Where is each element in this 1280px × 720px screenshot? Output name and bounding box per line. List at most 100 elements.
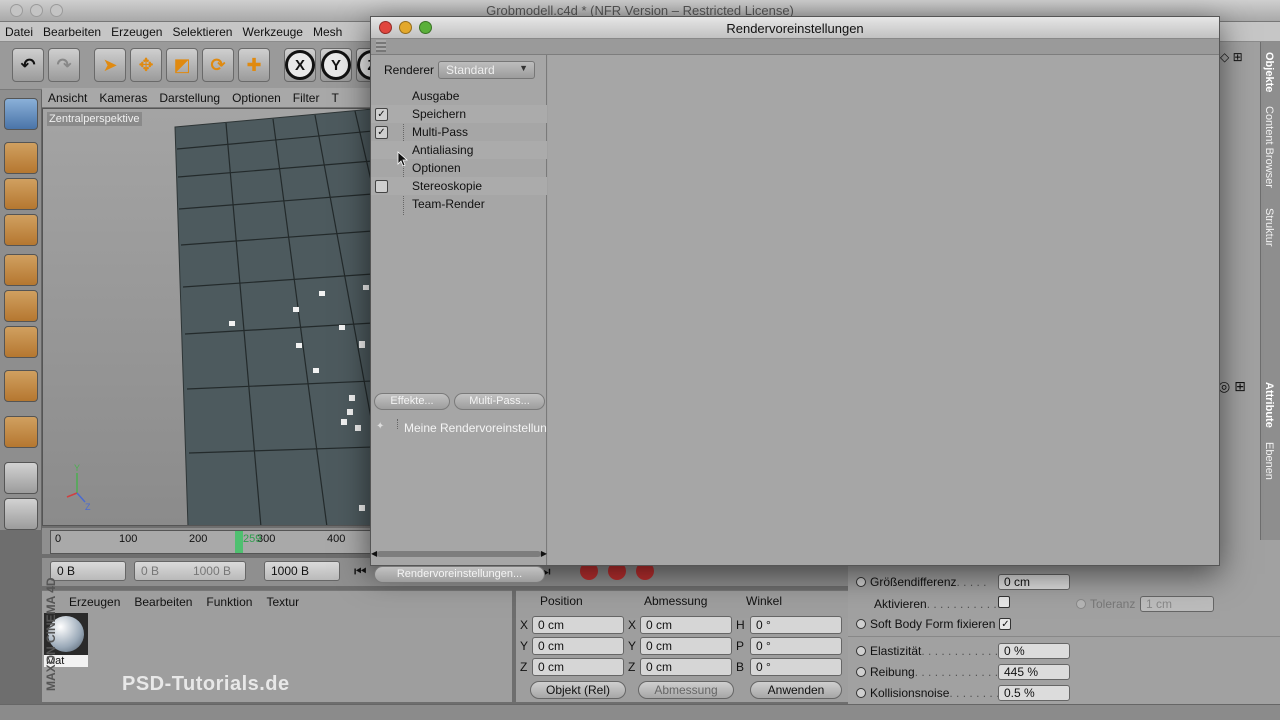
- points-mode-button[interactable]: [4, 254, 38, 286]
- pos-x-field[interactable]: 0 cm: [532, 616, 624, 634]
- material-menu-bearbeiten[interactable]: Bearbeiten: [127, 593, 199, 611]
- object-mode-button[interactable]: [4, 178, 38, 210]
- tab-ebenen[interactable]: Ebenen: [1263, 442, 1275, 480]
- rot-h-field[interactable]: 0 °: [750, 616, 842, 634]
- tab-attribute[interactable]: Attribute: [1263, 382, 1275, 428]
- viewport-perspective-label: Zentralperspektive: [47, 112, 142, 126]
- kollision-radio[interactable]: [856, 688, 866, 698]
- render-settings-button[interactable]: Rendervoreinstellungen...: [374, 566, 545, 583]
- multi-pass-checkbox[interactable]: ✓: [375, 126, 388, 139]
- rot-p-field[interactable]: 0 °: [750, 637, 842, 655]
- edges-mode-button[interactable]: [4, 290, 38, 322]
- scroll-right-icon[interactable]: ▶: [541, 549, 547, 558]
- viewport-menu-ansicht[interactable]: Ansicht: [42, 88, 93, 108]
- start-frame-field[interactable]: 0 B: [50, 561, 126, 581]
- speichern-checkbox[interactable]: ✓: [375, 108, 388, 121]
- tree-item-speichern[interactable]: ✓ Speichern: [371, 105, 547, 123]
- viewport-menu-filter[interactable]: Filter: [287, 88, 326, 108]
- aktivieren-checkbox[interactable]: [998, 596, 1010, 608]
- timeline-ruler[interactable]: 0 100 200 300 400 259: [50, 530, 372, 554]
- preset-list-item[interactable]: ✦ Meine Rendervoreinstellun: [371, 419, 547, 437]
- reibung-label: Reibung: [870, 665, 915, 679]
- dialog-grip-icon[interactable]: [376, 40, 386, 52]
- redo-button[interactable]: ↷: [48, 48, 80, 82]
- effects-button[interactable]: Effekte...: [374, 393, 450, 410]
- elastizitaet-radio[interactable]: [856, 646, 866, 656]
- kollision-field[interactable]: 0.5 %: [998, 685, 1070, 701]
- preview-range-field[interactable]: 0 B 1000 B: [134, 561, 246, 581]
- status-bar: [0, 704, 1280, 720]
- timeline[interactable]: 0 100 200 300 400 259: [42, 528, 372, 554]
- size-z-field[interactable]: 0 cm: [640, 658, 732, 676]
- pos-z-field[interactable]: 0 cm: [532, 658, 624, 676]
- tree-item-team-render[interactable]: Team-Render: [371, 195, 547, 213]
- tree-item-multi-pass[interactable]: ✓ Multi-Pass: [371, 123, 547, 141]
- softbody-radio[interactable]: [856, 619, 866, 629]
- toleranz-field[interactable]: 1 cm: [1140, 596, 1214, 612]
- tab-struktur[interactable]: Struktur: [1263, 208, 1275, 247]
- toleranz-radio[interactable]: [1076, 599, 1086, 609]
- rot-b-field[interactable]: 0 °: [750, 658, 842, 676]
- current-frame-label: 259: [243, 533, 262, 545]
- x-axis-button[interactable]: X: [284, 48, 316, 82]
- tab-content-browser[interactable]: Content Browser: [1263, 106, 1275, 188]
- menu-bearbeiten[interactable]: Bearbeiten: [38, 22, 106, 42]
- goto-start-icon[interactable]: ⏮: [354, 563, 367, 580]
- stereoskopie-checkbox[interactable]: [375, 180, 388, 193]
- menu-mesh[interactable]: Mesh: [308, 22, 347, 42]
- model-mode-button[interactable]: [4, 142, 38, 174]
- elastizitaet-label: Elastizität: [870, 644, 922, 658]
- scale-tool-button[interactable]: ◩: [166, 48, 198, 82]
- groessendifferenz-field[interactable]: 0 cm: [998, 574, 1070, 590]
- scrollbar-thumb[interactable]: [377, 551, 541, 557]
- viewport-menu-darstellung[interactable]: Darstellung: [153, 88, 226, 108]
- size-y-label: Y: [628, 639, 637, 653]
- attribute-target-icon[interactable]: ◎ ⊞: [1218, 378, 1246, 395]
- menu-datei[interactable]: Datei: [0, 22, 38, 42]
- playhead-marker[interactable]: [235, 531, 243, 553]
- material-menu-erzeugen[interactable]: Erzeugen: [62, 593, 127, 611]
- object-manager-icons[interactable]: ◇ ⊞: [1220, 50, 1243, 64]
- end-frame-field[interactable]: 1000 B: [264, 561, 340, 581]
- polygons-mode-button[interactable]: [4, 326, 38, 358]
- apply-button[interactable]: Anwenden: [750, 681, 842, 699]
- move-tool-button[interactable]: ✥: [130, 48, 162, 82]
- reibung-field[interactable]: 445 %: [998, 664, 1070, 680]
- workplane-button[interactable]: [4, 462, 38, 494]
- multi-pass-button[interactable]: Multi-Pass...: [454, 393, 545, 410]
- menu-erzeugen[interactable]: Erzeugen: [106, 22, 167, 42]
- menu-werkzeuge[interactable]: Werkzeuge: [237, 22, 307, 42]
- 3d-viewport[interactable]: Y Z Zentralperspektive: [42, 108, 372, 526]
- snap-button[interactable]: [4, 416, 38, 448]
- axis-mode-button[interactable]: [4, 370, 38, 402]
- softbody-checkbox[interactable]: ✓: [999, 618, 1012, 630]
- y-axis-button[interactable]: Y: [320, 48, 352, 82]
- elastizitaet-field[interactable]: 0 %: [998, 643, 1070, 659]
- elastizitaet-row: Elastizität . . . . . . . . . . . .: [856, 644, 998, 658]
- viewport-menu-kameras[interactable]: Kameras: [93, 88, 153, 108]
- tree-item-ausgabe[interactable]: Ausgabe: [371, 87, 547, 105]
- reibung-radio[interactable]: [856, 667, 866, 677]
- tab-objekte[interactable]: Objekte: [1263, 52, 1275, 92]
- size-y-field[interactable]: 0 cm: [640, 637, 732, 655]
- texture-mode-button[interactable]: [4, 214, 38, 246]
- material-menu-textur[interactable]: Textur: [259, 593, 306, 611]
- viewport-menu-optionen[interactable]: Optionen: [226, 88, 287, 108]
- groessendifferenz-radio[interactable]: [856, 577, 866, 587]
- pos-y-field[interactable]: 0 cm: [532, 637, 624, 655]
- workplane-lock-button[interactable]: [4, 498, 38, 530]
- coord-mode-select[interactable]: Objekt (Rel): [530, 681, 626, 699]
- tree-item-stereoskopie[interactable]: Stereoskopie: [371, 177, 547, 195]
- menu-selektieren[interactable]: Selektieren: [167, 22, 237, 42]
- size-x-field[interactable]: 0 cm: [640, 616, 732, 634]
- renderer-select[interactable]: Standard ▼: [438, 61, 535, 79]
- viewport-menu-tafel[interactable]: T: [325, 88, 344, 108]
- material-menu-funktion[interactable]: Funktion: [199, 593, 259, 611]
- select-tool-button[interactable]: ➤: [94, 48, 126, 82]
- rotate-tool-button[interactable]: ⟳: [202, 48, 234, 82]
- coord-size-select[interactable]: Abmessung: [638, 681, 734, 699]
- mode-toggle-button[interactable]: [4, 98, 38, 130]
- undo-button[interactable]: ↶: [12, 48, 44, 82]
- sidebar-horizontal-scrollbar[interactable]: ◀ ▶: [371, 549, 547, 559]
- transform-tool-button[interactable]: ✚: [238, 48, 270, 82]
